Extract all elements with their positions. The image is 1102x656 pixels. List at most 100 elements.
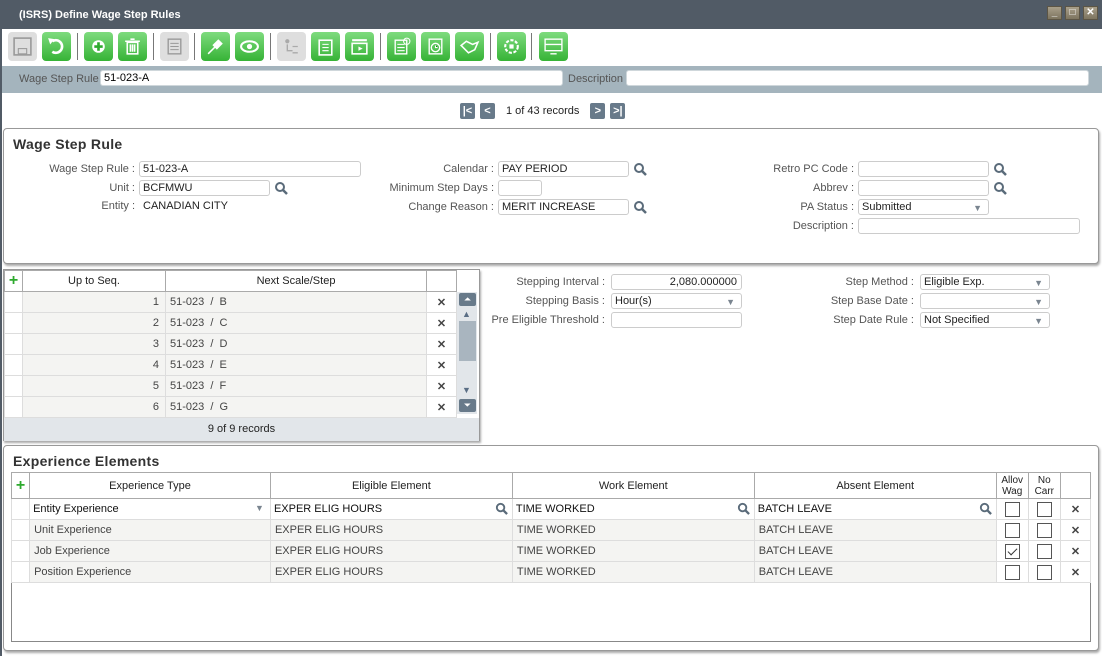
search-icon[interactable]: [979, 502, 992, 515]
scroll-bottom-button[interactable]: ⏷: [459, 399, 476, 412]
table-row[interactable]: 3 51-023 / D ✕: [4, 333, 457, 355]
next-scale-step-cell[interactable]: 51-023 / E: [165, 354, 427, 376]
calendar-field[interactable]: PAY PERIOD: [498, 161, 629, 177]
abbrev-field[interactable]: [858, 180, 989, 196]
delete-row-icon[interactable]: ✕: [1059, 498, 1092, 520]
delete-row-icon[interactable]: ✕: [426, 396, 457, 418]
no-carry-checkbox[interactable]: [1036, 564, 1052, 580]
attach-button[interactable]: [201, 32, 230, 61]
search-icon[interactable]: [993, 181, 1007, 195]
allow-wage-checkbox[interactable]: [1004, 501, 1020, 517]
row-selector[interactable]: [4, 291, 23, 313]
column-header[interactable]: Work Element: [511, 472, 755, 499]
add-button[interactable]: [84, 32, 113, 61]
delete-row-icon[interactable]: ✕: [426, 333, 457, 355]
scroll-thumb[interactable]: [459, 321, 476, 361]
search-icon[interactable]: [274, 181, 288, 195]
row-selector[interactable]: [10, 498, 31, 520]
table-row[interactable]: Unit Experience EXPER ELIG HOURS TIME WO…: [10, 519, 1092, 541]
undo-button[interactable]: [42, 32, 71, 61]
delete-button[interactable]: [118, 32, 147, 61]
delete-row-icon[interactable]: ✕: [426, 354, 457, 376]
column-header[interactable]: Up to Seq.: [22, 270, 166, 292]
up-to-seq-cell[interactable]: 1: [22, 291, 166, 313]
up-to-seq-cell[interactable]: 2: [22, 312, 166, 334]
table-row[interactable]: 4 51-023 / E ✕: [4, 354, 457, 376]
handshake-button[interactable]: [455, 32, 484, 61]
column-header[interactable]: Eligible Element: [269, 472, 513, 499]
table-row[interactable]: Position Experience EXPER ELIG HOURS TIM…: [10, 561, 1092, 583]
table-row[interactable]: 1 51-023 / B ✕: [4, 291, 457, 313]
row-selector[interactable]: [4, 333, 23, 355]
row-selector[interactable]: [4, 396, 23, 418]
absent-element-cell[interactable]: BATCH LEAVE: [753, 519, 997, 541]
delete-row-icon[interactable]: ✕: [1059, 519, 1092, 541]
pre-eligible-threshold-field[interactable]: [611, 312, 742, 328]
unit-field[interactable]: BCFMWU: [139, 180, 270, 196]
close-button[interactable]: ✕: [1083, 6, 1098, 20]
scroll-down-arrow[interactable]: ▼: [462, 385, 471, 395]
work-element-cell[interactable]: TIME WORKED: [511, 519, 755, 541]
work-element-cell[interactable]: TIME WORKED: [511, 498, 755, 520]
maximize-button[interactable]: □: [1065, 6, 1080, 20]
media-button[interactable]: [345, 32, 374, 61]
scroll-top-button[interactable]: ⏶: [459, 293, 476, 306]
row-selector[interactable]: [4, 354, 23, 376]
allow-wage-checkbox[interactable]: [1004, 564, 1020, 580]
next-scale-step-cell[interactable]: 51-023 / C: [165, 312, 427, 334]
column-header[interactable]: Next Scale/Step: [165, 270, 427, 292]
description-field[interactable]: [858, 218, 1080, 234]
absent-element-cell[interactable]: BATCH LEAVE: [753, 540, 997, 562]
settings-button[interactable]: [497, 32, 526, 61]
delete-row-icon[interactable]: ✕: [426, 375, 457, 397]
experience-type-cell[interactable]: Position Experience: [29, 561, 271, 583]
hierarchy-button[interactable]: [277, 32, 306, 61]
column-header[interactable]: No Carr: [1027, 472, 1061, 499]
first-record-button[interactable]: |<: [460, 103, 475, 119]
delete-row-icon[interactable]: ✕: [1059, 561, 1092, 583]
wage-step-rule-key-input[interactable]: [100, 70, 563, 86]
no-carry-checkbox[interactable]: [1036, 501, 1052, 517]
search-icon[interactable]: [737, 502, 750, 515]
allow-wage-checkbox[interactable]: [1004, 522, 1020, 538]
up-to-seq-cell[interactable]: 5: [22, 375, 166, 397]
delete-row-icon[interactable]: ✕: [426, 291, 457, 313]
experience-type-cell[interactable]: Entity Experience ▼: [29, 498, 271, 520]
minimum-step-days-field[interactable]: [498, 180, 542, 196]
column-header[interactable]: Allov Wag: [995, 472, 1029, 499]
no-carry-checkbox[interactable]: [1036, 543, 1052, 559]
eligible-element-cell[interactable]: EXPER ELIG HOURS: [269, 561, 513, 583]
wage-step-rule-field[interactable]: 51-023-A: [139, 161, 361, 177]
row-selector[interactable]: [4, 312, 23, 334]
next-scale-step-cell[interactable]: 51-023 / F: [165, 375, 427, 397]
up-to-seq-cell[interactable]: 4: [22, 354, 166, 376]
report-button[interactable]: [387, 32, 416, 61]
up-to-seq-cell[interactable]: 3: [22, 333, 166, 355]
up-to-seq-cell[interactable]: 6: [22, 396, 166, 418]
eligible-element-cell[interactable]: EXPER ELIG HOURS: [269, 519, 513, 541]
previous-record-button[interactable]: <: [480, 103, 495, 119]
next-scale-step-cell[interactable]: 51-023 / G: [165, 396, 427, 418]
allow-wage-checkbox[interactable]: [1004, 543, 1020, 559]
search-icon[interactable]: [633, 162, 647, 176]
table-row[interactable]: 5 51-023 / F ✕: [4, 375, 457, 397]
add-row-button[interactable]: +: [4, 270, 23, 292]
search-icon[interactable]: [495, 502, 508, 515]
next-scale-step-cell[interactable]: 51-023 / D: [165, 333, 427, 355]
row-selector[interactable]: [10, 561, 31, 583]
notes-button[interactable]: [160, 32, 189, 61]
stepping-interval-field[interactable]: 2,080.000000: [611, 274, 742, 290]
display-button[interactable]: [539, 32, 568, 61]
add-row-button[interactable]: +: [10, 472, 31, 499]
step-method-select[interactable]: Eligible Exp. ▼: [920, 274, 1050, 290]
schedule-button[interactable]: [421, 32, 450, 61]
change-reason-field[interactable]: MERIT INCREASE: [498, 199, 629, 215]
delete-row-icon[interactable]: ✕: [1059, 540, 1092, 562]
column-header[interactable]: Experience Type: [29, 472, 271, 499]
step-base-date-select[interactable]: ▼: [920, 293, 1050, 309]
table-row[interactable]: Entity Experience ▼ EXPER ELIG HOURS TIME…: [10, 498, 1092, 520]
next-record-button[interactable]: >: [590, 103, 606, 119]
eligible-element-cell[interactable]: EXPER ELIG HOURS: [269, 498, 513, 520]
description-key-input[interactable]: [626, 70, 1089, 86]
stepping-basis-select[interactable]: Hour(s) ▼: [611, 293, 742, 309]
